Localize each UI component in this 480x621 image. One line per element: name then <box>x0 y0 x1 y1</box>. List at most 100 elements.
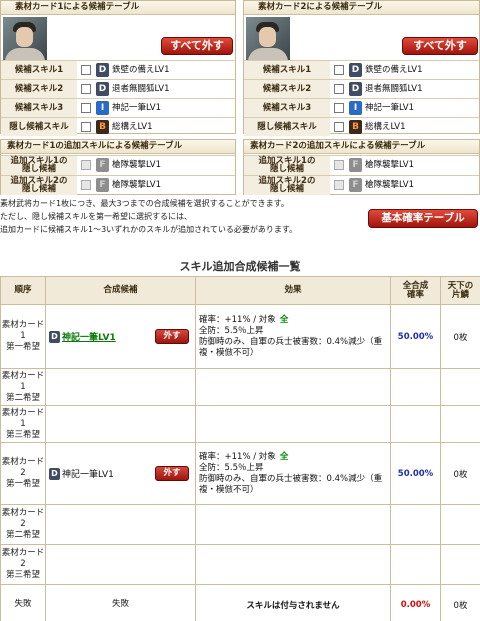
candidate-row: 候補スキル1 D 鉄壁の備えLV1 <box>244 60 479 79</box>
candidate-checkbox[interactable] <box>334 84 344 94</box>
row-effect <box>195 504 391 545</box>
candidate-row-label: 候補スキル2 <box>244 80 330 98</box>
table-row: 素材カード1 第三希望 <box>0 405 480 443</box>
candidate-skill-name: 退者無闘狐LV1 <box>365 84 423 94</box>
skill-grade-icon: D <box>96 63 109 77</box>
row-order-card: 素材カード2 <box>1 508 45 529</box>
row-order-card: 素材カード1 <box>1 320 45 341</box>
row-order-rank: 第二希望 <box>5 392 40 403</box>
row-effect: 確率：+11% / 対象全全防：5.5％上昇 防御時のみ、自軍の兵士被害数：0.4… <box>195 304 391 369</box>
effect-line-3: 防御時のみ、自軍の兵士被害数：0.4%減少（重複・模倣不可） <box>199 473 383 495</box>
effect-line-3: 防御時のみ、自軍の兵士被害数：0.4%減少（重複・模倣不可） <box>199 336 383 358</box>
candidate-skill-link[interactable]: 神記一筆LV1 <box>62 330 116 343</box>
failure-effect: スキルは付与されません <box>195 584 391 621</box>
row-effect: 確率：+11% / 対象全全防：5.5％上昇 防御時のみ、自軍の兵士被害数：0.4… <box>195 442 391 505</box>
row-rate <box>390 405 441 443</box>
failure-stock: 0枚 <box>440 584 480 621</box>
effect-line-1: 確率：+11% / 対象全 <box>199 452 387 463</box>
row-order-rank: 第一希望 <box>5 342 40 352</box>
candidate-row: 隠し候補スキル B 総構えLV1 <box>1 117 235 136</box>
card2-title: 素材カード2による候補テーブル <box>244 1 479 15</box>
row-effect <box>195 405 391 443</box>
table-row: 素材カード2 第一希望 D 神記一筆LV1 外す 確率：+11% / 対象全全防：5.5％… <box>0 442 480 505</box>
row-candidate <box>45 504 196 545</box>
row-rate: 50.00% <box>390 304 441 369</box>
skill-grade-icon: D <box>349 82 362 96</box>
add1-title: 素材カード1の追加スキルによる候補テーブル <box>1 140 235 154</box>
skill-grade-icon: B <box>96 120 109 134</box>
skill-grade-icon: I <box>96 101 109 115</box>
candidate-skill-name: 神記一筆LV1 <box>112 103 162 113</box>
additional-checkbox[interactable] <box>334 160 344 170</box>
header-stock-b: 片鱗 <box>451 289 469 300</box>
effect-rate: 確率：+11% <box>199 451 251 462</box>
row-order: 素材カード1 第三希望 <box>0 405 46 443</box>
candidate-skill-name: 総構えLV1 <box>112 122 153 132</box>
additional-checkbox[interactable] <box>334 180 344 190</box>
additional-candidate-row: 追加スキル1の 隠し候補 F 槍隊襲撃LV1 <box>244 155 479 175</box>
table-row: 素材カード1 第一希望 D 神記一筆LV1 外す 確率：+11% / 対象全全防：5.5％… <box>0 304 480 369</box>
header-rate: 全合成 確率 <box>390 276 441 305</box>
candidate-row-label: 候補スキル3 <box>244 99 330 117</box>
candidate-skill-name: 鉄壁の備えLV1 <box>365 65 423 75</box>
row-stock <box>440 405 480 443</box>
failure-rate: 0.00% <box>390 584 441 621</box>
additional-row-label: 追加スキル1の 隠し候補 <box>244 156 330 175</box>
card1-remove-all-button[interactable]: すべて外す <box>161 37 233 55</box>
row-order-rank: 第一希望 <box>5 479 40 489</box>
row-order-rank: 第三希望 <box>5 429 40 440</box>
remove-candidate-button[interactable]: 外す <box>155 465 189 481</box>
row-effect <box>195 544 391 585</box>
candidate-skill-name: 総構えLV1 <box>365 122 406 132</box>
row-rate <box>390 368 441 406</box>
card1-title: 素材カード1による候補テーブル <box>1 1 235 15</box>
skill-grade-icon: I <box>349 101 362 115</box>
candidate-checkbox[interactable] <box>81 122 91 132</box>
candidate-row: 候補スキル3 I 神記一筆LV1 <box>1 98 235 117</box>
table-row: 素材カード1 第二希望 <box>0 368 480 406</box>
row-stock: 0枚 <box>440 304 480 369</box>
row-order-card: 素材カード1 <box>1 370 45 392</box>
candidate-checkbox[interactable] <box>334 122 344 132</box>
candidate-checkbox[interactable] <box>334 103 344 113</box>
base-rate-table-button[interactable]: 基本確率テーブル <box>368 209 478 228</box>
additional-checkbox[interactable] <box>81 180 91 190</box>
header-rate-b: 確率 <box>406 289 424 300</box>
row-candidate <box>45 544 196 585</box>
candidate-skill-name: 神記一筆LV1 <box>365 103 415 113</box>
candidate-row-label: 候補スキル3 <box>1 99 77 117</box>
row-order: 素材カード1 第二希望 <box>0 368 46 406</box>
candidate-checkbox[interactable] <box>81 84 91 94</box>
candidate-checkbox[interactable] <box>81 65 91 75</box>
row-order-card: 素材カード1 <box>1 407 45 429</box>
candidate-skill-link[interactable]: 神記一筆LV1 <box>62 467 114 480</box>
row-candidate <box>45 405 196 443</box>
skill-grade-icon: D <box>49 467 60 480</box>
candidate-checkbox[interactable] <box>81 103 91 113</box>
row-order: 素材カード1 第一希望 <box>0 304 46 369</box>
row-rate: 50.00% <box>390 442 441 505</box>
card2-remove-all-button[interactable]: すべて外す <box>402 37 478 55</box>
row-order: 素材カード2 第一希望 <box>0 442 46 505</box>
candidate-skill-name: 退者無闘狐LV1 <box>112 84 170 94</box>
effect-separator: / <box>250 314 259 325</box>
effect-separator: / <box>250 451 259 462</box>
card2-avatar <box>246 17 290 60</box>
row-order-card: 素材カード2 <box>1 457 45 478</box>
note-line-1: 素材武将カード1枚につき、最大3つまでの合成候補を選択することができます。 <box>0 199 289 208</box>
remove-candidate-button[interactable]: 外す <box>155 328 189 344</box>
header-order: 順序 <box>0 276 46 305</box>
candidate-row-label: 候補スキル1 <box>244 61 330 79</box>
row-candidate <box>45 368 196 406</box>
candidate-row: 候補スキル1 D 鉄壁の備えLV1 <box>1 60 235 79</box>
header-stock: 天下の 片鱗 <box>440 276 480 305</box>
candidate-skill-name: 鉄壁の備えLV1 <box>112 65 170 75</box>
candidate-checkbox[interactable] <box>334 65 344 75</box>
add2-panel: 素材カード2の追加スキルによる候補テーブル 追加スキル1の 隠し候補 F 槍隊襲撃LV… <box>243 139 480 195</box>
table-row: 素材カード2 第二希望 <box>0 504 480 545</box>
additional-checkbox[interactable] <box>81 160 91 170</box>
additional-row-label-b: 隠し候補 <box>269 184 304 194</box>
row-rate <box>390 544 441 585</box>
effect-line-2: 全防：5.5％上昇 <box>199 462 264 473</box>
card1-avatar <box>3 17 47 60</box>
